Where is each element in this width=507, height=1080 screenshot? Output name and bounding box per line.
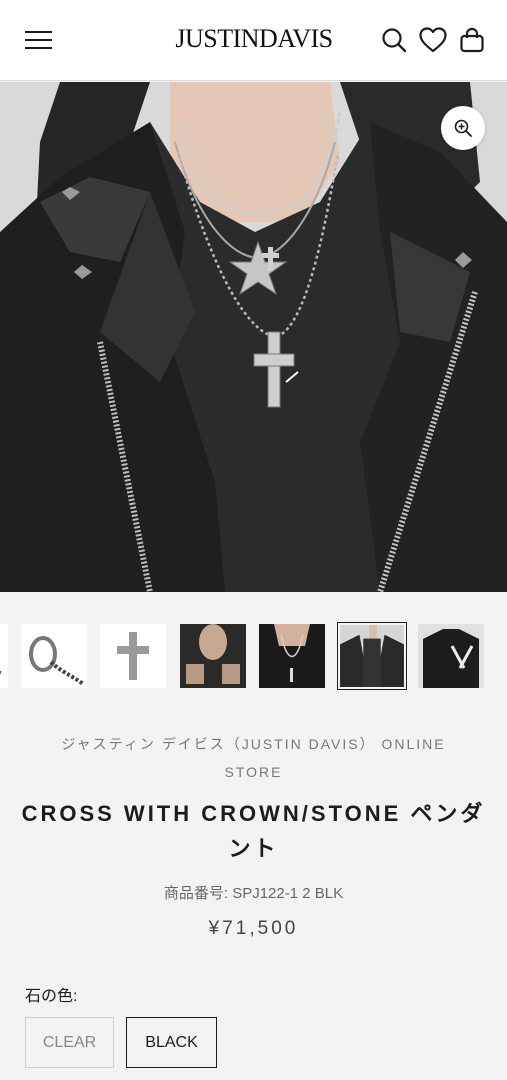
product-price: ¥71,500 <box>208 918 299 939</box>
thumbnail-strip <box>0 620 507 692</box>
menu-icon-bar <box>25 39 52 41</box>
thumbnail-active[interactable] <box>337 622 407 690</box>
product-title: CROSS WITH CROWN/STONE ペンダント <box>21 801 486 861</box>
brand-logo[interactable]: JUSTINDAVIS <box>168 24 340 54</box>
thumbnail[interactable] <box>180 624 246 688</box>
option-clear-button[interactable]: CLEAR <box>25 1017 114 1068</box>
thumbnail[interactable] <box>100 624 166 688</box>
thumbnail[interactable] <box>418 624 484 688</box>
zoom-icon <box>454 119 472 137</box>
menu-icon[interactable] <box>24 29 54 53</box>
model-photo <box>0 82 507 592</box>
site-header: JUSTINDAVIS <box>0 0 507 81</box>
menu-icon-bar <box>25 31 52 33</box>
thumbnail[interactable] <box>259 624 325 688</box>
product-main-image[interactable] <box>0 82 507 592</box>
search-icon[interactable] <box>380 26 408 54</box>
menu-icon-bar <box>25 47 52 49</box>
heart-icon[interactable] <box>418 26 448 54</box>
option-black-button[interactable]: BLACK <box>126 1017 217 1068</box>
vendor-name[interactable]: ジャスティン デイビス（JUSTIN DAVIS） ONLINE STORE <box>40 730 467 786</box>
product-sku: 商品番号: SPJ122-1 2 BLK <box>163 885 344 902</box>
bag-icon[interactable] <box>458 26 486 54</box>
thumbnail[interactable] <box>21 624 87 688</box>
stone-color-label: 石の色: <box>25 988 78 1005</box>
zoom-button[interactable] <box>441 106 485 150</box>
thumbnail[interactable] <box>0 624 8 688</box>
